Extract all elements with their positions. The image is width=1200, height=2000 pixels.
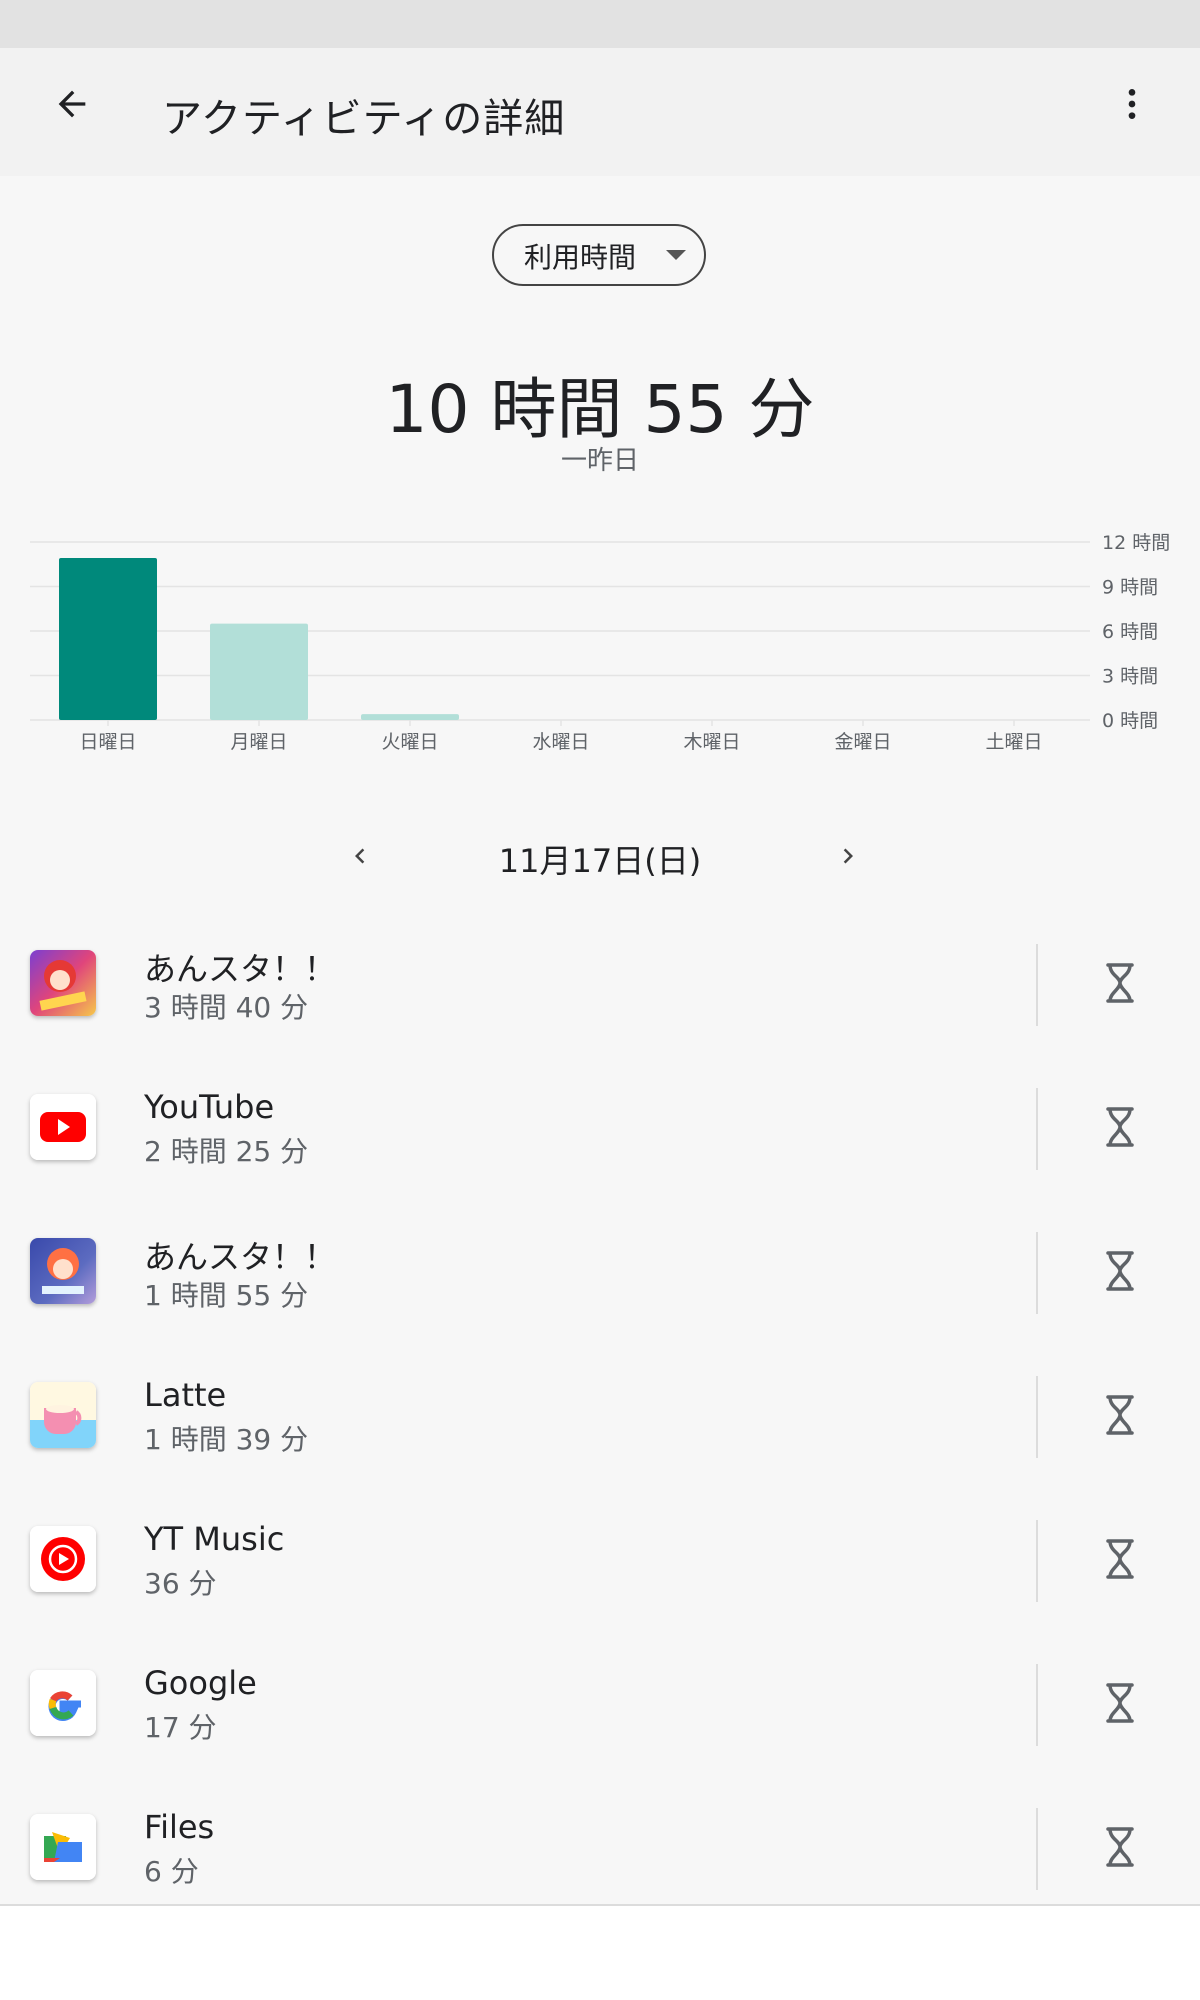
hourglass-icon — [1106, 963, 1134, 1003]
app-usage-time: 3 時間 40 分 — [144, 991, 309, 1024]
x-tick-label[interactable]: 火曜日 — [381, 731, 438, 753]
app-usage-time: 36 分 — [144, 1567, 217, 1600]
divider — [1036, 1808, 1038, 1890]
hourglass-icon — [1106, 1539, 1134, 1579]
app-name: Files — [144, 1808, 215, 1846]
more-vert-icon — [1128, 89, 1136, 119]
status-bar — [0, 0, 1200, 48]
app-timer-button[interactable] — [1090, 1670, 1150, 1736]
divider — [1036, 1664, 1038, 1746]
app-row[interactable]: Google 17 分 — [0, 1640, 1200, 1784]
chart-bar[interactable] — [361, 714, 459, 720]
app-row[interactable]: YT Music 36 分 — [0, 1496, 1200, 1640]
x-tick-label[interactable]: 土曜日 — [985, 731, 1042, 753]
x-tick-label[interactable]: 水曜日 — [532, 731, 589, 753]
app-usage-list: あんスタ！！ 3 時間 40 分 YouTube 2 時間 25 分 あんスタ！… — [0, 920, 1200, 1928]
next-day-button[interactable] — [818, 826, 878, 886]
divider — [1036, 944, 1038, 1026]
hourglass-icon — [1106, 1827, 1134, 1867]
app-row[interactable]: YouTube 2 時間 25 分 — [0, 1064, 1200, 1208]
more-options-button[interactable] — [1100, 72, 1164, 136]
app-name: Latte — [144, 1376, 227, 1414]
x-tick-label[interactable]: 金曜日 — [834, 731, 891, 753]
app-usage-time: 1 時間 55 分 — [144, 1279, 309, 1312]
app-row[interactable]: あんスタ！！ 3 時間 40 分 — [0, 920, 1200, 1064]
date-navigator: 11月17日(日) — [0, 826, 1200, 886]
page-title: アクティビティの詳細 — [162, 96, 566, 142]
app-timer-button[interactable] — [1090, 1814, 1150, 1880]
youtube-icon — [30, 1094, 96, 1160]
app-usage-time: 1 時間 39 分 — [144, 1423, 309, 1456]
chevron-right-icon — [843, 848, 853, 864]
ensemble-stars-basic-icon — [30, 1238, 96, 1304]
total-usage-time: 10 時間 55 分 — [385, 371, 815, 448]
chart-bar[interactable] — [59, 558, 157, 720]
dropdown-arrow-icon — [666, 250, 686, 260]
app-timer-button[interactable] — [1090, 1094, 1150, 1160]
yt-music-icon — [30, 1526, 96, 1592]
back-button[interactable] — [40, 72, 104, 136]
selected-date: 11月17日(日) — [498, 842, 702, 880]
usage-day-label: 一昨日 — [560, 446, 639, 476]
app-timer-button[interactable] — [1090, 1238, 1150, 1304]
ensemble-stars-music-icon — [30, 950, 96, 1016]
app-name: あんスタ！！ — [144, 1238, 337, 1276]
arrow-back-icon — [58, 90, 86, 118]
x-tick-label[interactable]: 木曜日 — [683, 731, 740, 753]
y-tick-label: 12 時間 — [1102, 532, 1170, 554]
bottom-area — [0, 1906, 1200, 2000]
app-name: Google — [144, 1664, 257, 1702]
chart-bar[interactable] — [210, 623, 308, 720]
app-usage-time: 6 分 — [144, 1855, 199, 1888]
hourglass-icon — [1106, 1107, 1134, 1147]
app-name: YouTube — [144, 1088, 275, 1126]
files-icon — [30, 1814, 96, 1880]
divider — [1036, 1520, 1038, 1602]
weekly-usage-chart: 0 時間 3 時間 6 時間 9 時間 12 時間日曜日 月曜日 火曜日 水曜日 木曜日 金曜日 土… — [30, 532, 1170, 753]
app-timer-button[interactable] — [1090, 1526, 1150, 1592]
hourglass-icon — [1106, 1683, 1134, 1723]
x-tick-label[interactable]: 月曜日 — [230, 731, 287, 753]
latte-icon — [30, 1382, 96, 1448]
hourglass-icon — [1106, 1395, 1134, 1435]
app-usage-time: 17 分 — [144, 1711, 217, 1744]
x-tick-label[interactable]: 日曜日 — [79, 731, 136, 753]
y-tick-label: 6 時間 — [1102, 621, 1158, 643]
app-usage-time: 2 時間 25 分 — [144, 1135, 309, 1168]
divider — [1036, 1376, 1038, 1458]
app-row[interactable]: あんスタ！！ 1 時間 55 分 — [0, 1208, 1200, 1352]
app-row[interactable]: Latte 1 時間 39 分 — [0, 1352, 1200, 1496]
metric-dropdown[interactable]: 利用時間 — [492, 224, 706, 286]
app-name: YT Music — [144, 1520, 285, 1558]
app-name: あんスタ！！ — [144, 950, 337, 988]
hourglass-icon — [1106, 1251, 1134, 1291]
app-timer-button[interactable] — [1090, 1382, 1150, 1448]
google-icon — [30, 1670, 96, 1736]
divider — [1036, 1088, 1038, 1170]
y-tick-label: 3 時間 — [1102, 666, 1158, 688]
y-tick-label: 0 時間 — [1102, 710, 1158, 732]
y-tick-label: 9 時間 — [1102, 577, 1158, 599]
app-timer-button[interactable] — [1090, 950, 1150, 1016]
app-bar: アクティビティの詳細 — [0, 48, 1200, 176]
metric-dropdown-label: 利用時間 — [524, 241, 637, 274]
divider — [1036, 1232, 1038, 1314]
